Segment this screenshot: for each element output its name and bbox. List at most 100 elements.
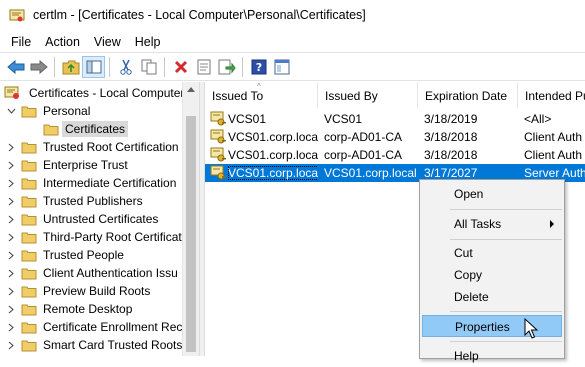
export-icon[interactable] bbox=[215, 56, 238, 78]
up-folder-icon[interactable] bbox=[59, 56, 82, 78]
context-menu: Open All Tasks Cut Copy Delete Propertie… bbox=[419, 179, 565, 363]
column-label: Issued By bbox=[325, 89, 378, 103]
column-label: Intended Pu bbox=[525, 89, 585, 103]
chevron-right-icon[interactable] bbox=[6, 178, 16, 188]
folder-icon bbox=[21, 250, 37, 261]
cell-issued-by: VCS01.corp.local bbox=[324, 166, 417, 180]
context-menu-copy[interactable]: Copy bbox=[422, 264, 562, 286]
tree-root-label: Certificates - Local Computer bbox=[29, 86, 182, 100]
tree-item-certificates[interactable]: Certificates bbox=[43, 120, 129, 138]
chevron-right-icon[interactable] bbox=[6, 322, 16, 332]
toolbar-separator bbox=[109, 56, 110, 77]
tree-item[interactable]: Smart Card Trusted Roots bbox=[6, 336, 182, 354]
menu-separator bbox=[450, 209, 562, 210]
tree-item[interactable]: Preview Build Roots bbox=[6, 282, 153, 300]
menu-separator bbox=[450, 239, 562, 240]
tree-item-label: Trusted Publishers bbox=[43, 194, 143, 208]
submenu-arrow-icon bbox=[550, 220, 554, 228]
context-menu-help[interactable]: Help bbox=[422, 345, 562, 367]
tree-item[interactable]: Client Authentication Issu bbox=[6, 264, 181, 282]
chevron-right-icon[interactable] bbox=[6, 340, 16, 350]
back-arrow-icon[interactable] bbox=[4, 56, 27, 78]
menu-action[interactable]: Action bbox=[38, 32, 87, 52]
folder-icon bbox=[21, 322, 37, 333]
folder-icon bbox=[21, 268, 37, 279]
svg-text:?: ? bbox=[255, 61, 261, 74]
cell-purpose: Server Auth bbox=[524, 166, 585, 180]
column-header-issued-by[interactable]: Issued By bbox=[318, 82, 418, 108]
chevron-right-icon[interactable] bbox=[6, 214, 16, 224]
context-menu-delete[interactable]: Delete bbox=[422, 286, 562, 308]
context-menu-cut[interactable]: Cut bbox=[422, 242, 562, 264]
column-header-issued-to[interactable]: ^ Issued To bbox=[205, 82, 318, 108]
folder-icon bbox=[21, 214, 37, 225]
properties-icon[interactable] bbox=[192, 56, 215, 78]
scrollbar-thumb[interactable] bbox=[186, 116, 196, 352]
folder-open-icon bbox=[21, 106, 37, 117]
cell-issued-to: VCS01.corp.local bbox=[205, 165, 318, 181]
tree-item-personal[interactable]: Personal bbox=[6, 102, 93, 120]
folder-icon bbox=[21, 232, 37, 243]
cell-purpose: Client Auth bbox=[524, 130, 583, 144]
chevron-right-icon[interactable] bbox=[6, 286, 16, 296]
tree-item-label: Smart Card Trusted Roots bbox=[43, 338, 182, 352]
chevron-right-icon[interactable] bbox=[6, 160, 16, 170]
table-row[interactable]: VCS01 VCS01 3/18/2019 <All> bbox=[205, 110, 585, 128]
tree-item[interactable]: Intermediate Certification bbox=[6, 174, 179, 192]
tree-item[interactable]: Untrusted Certificates bbox=[6, 210, 161, 228]
chevron-down-icon[interactable] bbox=[6, 106, 16, 116]
chevron-right-icon[interactable] bbox=[6, 304, 16, 314]
table-row[interactable]: VCS01.corp.local corp-AD01-CA 3/18/2018 … bbox=[205, 128, 585, 146]
context-menu-open[interactable]: Open bbox=[422, 183, 562, 205]
menu-file[interactable]: File bbox=[0, 32, 38, 52]
chevron-right-icon[interactable] bbox=[6, 232, 16, 242]
tree-item-label: Certificates bbox=[62, 121, 129, 137]
tree-item[interactable]: Trusted People bbox=[6, 246, 127, 264]
tree-item[interactable]: Trusted Publishers bbox=[6, 192, 146, 210]
menu-help[interactable]: Help bbox=[128, 32, 168, 52]
toolbar-divider bbox=[0, 80, 585, 81]
copy-icon[interactable] bbox=[137, 56, 160, 78]
console-tree: Certificates - Local Computer Personal C… bbox=[0, 82, 182, 356]
context-menu-properties[interactable]: Properties bbox=[422, 315, 562, 337]
cell-issued-to: VCS01 bbox=[205, 111, 318, 127]
tree-item-label: Intermediate Certification bbox=[43, 176, 177, 190]
title-bar: certlm - [Certificates - Local Computer\… bbox=[0, 0, 585, 32]
context-menu-all-tasks[interactable]: All Tasks bbox=[422, 213, 562, 235]
tree-item[interactable]: Enterprise Trust bbox=[6, 156, 131, 174]
chevron-right-icon[interactable] bbox=[6, 142, 16, 152]
toolbar-separator bbox=[54, 56, 55, 77]
menu-separator bbox=[450, 311, 562, 312]
tree-root[interactable]: Certificates - Local Computer bbox=[4, 84, 182, 102]
tree-item[interactable]: Remote Desktop bbox=[6, 300, 135, 318]
column-header-intended-purposes[interactable]: Intended Pu bbox=[518, 82, 585, 108]
cell-purpose: <All> bbox=[524, 112, 552, 126]
table-row[interactable]: VCS01.corp.local corp-AD01-CA 3/18/2018 … bbox=[205, 146, 585, 164]
chevron-right-icon[interactable] bbox=[6, 268, 16, 278]
scroll-up-arrow-icon[interactable] bbox=[187, 87, 195, 92]
delete-icon[interactable] bbox=[169, 56, 192, 78]
toolbar-separator bbox=[164, 56, 165, 77]
tree-item[interactable]: Third-Party Root Certificat bbox=[6, 228, 182, 246]
certificate-key-icon bbox=[210, 129, 226, 144]
column-header-expiration-date[interactable]: Expiration Date bbox=[418, 82, 518, 108]
menu-view[interactable]: View bbox=[87, 32, 128, 52]
chevron-right-icon[interactable] bbox=[6, 196, 16, 206]
menu-separator bbox=[450, 341, 562, 342]
cut-icon[interactable] bbox=[114, 56, 137, 78]
help-icon[interactable]: ? bbox=[247, 56, 270, 78]
forward-arrow-icon[interactable] bbox=[27, 56, 50, 78]
tree-item[interactable]: Trusted Root Certification bbox=[6, 138, 182, 156]
cell-issued-by: VCS01 bbox=[324, 112, 363, 126]
tree-item[interactable]: Certificate Enrollment Rec bbox=[6, 318, 182, 336]
console-icon[interactable] bbox=[270, 56, 293, 78]
cell-expiration: 3/18/2018 bbox=[424, 130, 478, 144]
tree-item-label: Personal bbox=[43, 104, 91, 118]
tree-item-label: Preview Build Roots bbox=[43, 284, 151, 298]
chevron-right-icon[interactable] bbox=[6, 250, 16, 260]
toolbar: ? bbox=[0, 53, 585, 80]
show-hide-tree-icon[interactable] bbox=[82, 55, 105, 78]
cell-expiration: 3/17/2027 bbox=[424, 166, 478, 180]
sort-ascending-icon: ^ bbox=[257, 82, 261, 91]
tree-scrollbar[interactable] bbox=[182, 82, 199, 356]
